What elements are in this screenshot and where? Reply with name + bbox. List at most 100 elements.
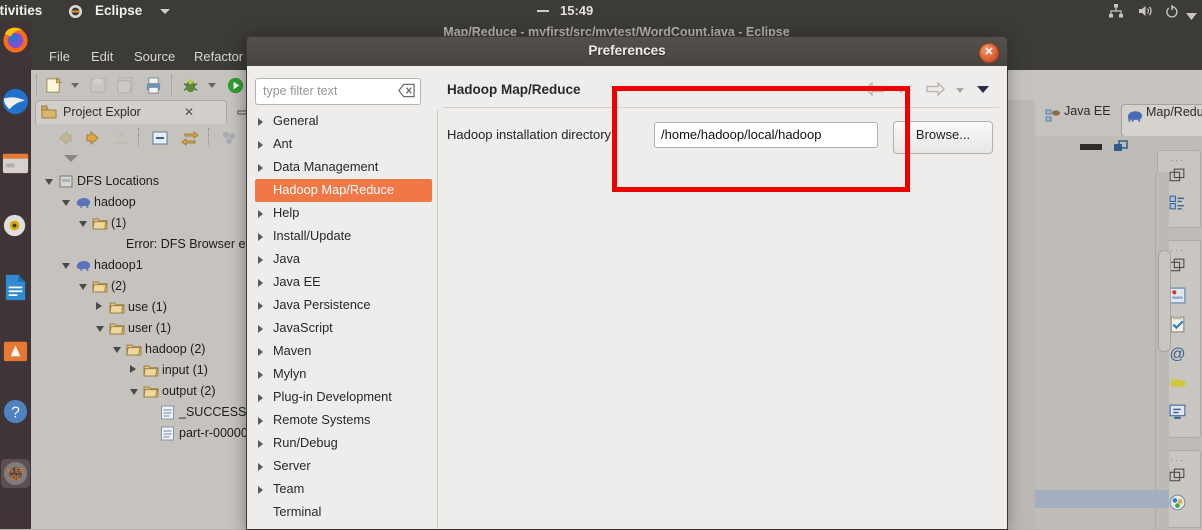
tree-item[interactable]: (2): [79, 277, 256, 298]
preferences-tree-item[interactable]: Plug-in Development: [255, 386, 432, 409]
debug-caret-icon[interactable]: [208, 83, 216, 88]
tree-item[interactable]: _SUCCESS (0.0 b: [147, 403, 282, 424]
link-editor-icon[interactable]: [181, 129, 199, 152]
chevron-right-icon[interactable]: [258, 279, 263, 287]
print-icon[interactable]: [144, 76, 163, 95]
tree-item[interactable]: user (1): [96, 319, 256, 340]
preferences-tree-item[interactable]: Terminal: [255, 501, 432, 524]
close-icon[interactable]: ✕: [184, 105, 194, 119]
preferences-tree-item[interactable]: Team: [255, 478, 432, 501]
preferences-tree-item[interactable]: Data Management: [255, 156, 432, 179]
view-collapse-caret-icon[interactable]: [64, 155, 78, 162]
files-icon[interactable]: [1, 149, 30, 178]
console-icon[interactable]: [1168, 402, 1187, 421]
outline-icon[interactable]: [1168, 193, 1187, 212]
preferences-tree-item[interactable]: Validation: [255, 524, 432, 529]
chevron-down-icon[interactable]: [113, 347, 121, 353]
tree-item[interactable]: part-r-00000 (1.3: [147, 424, 273, 445]
chevron-right-icon[interactable]: [258, 348, 263, 356]
chevron-right-icon[interactable]: [258, 233, 263, 241]
preferences-tree-item[interactable]: Hadoop Map/Reduce: [255, 179, 432, 202]
tree-item[interactable]: hadoop: [62, 193, 256, 214]
close-icon[interactable]: ✕: [979, 43, 999, 63]
filter-input[interactable]: type filter text: [255, 78, 421, 105]
preferences-tree-item[interactable]: Help: [255, 202, 432, 225]
chevron-right-icon[interactable]: [258, 210, 263, 218]
chevron-right-icon[interactable]: [258, 486, 263, 494]
chevron-down-icon[interactable]: [130, 389, 138, 395]
chevron-right-icon[interactable]: [258, 440, 263, 448]
preferences-tree-item[interactable]: Maven: [255, 340, 432, 363]
preferences-tree-item[interactable]: Java: [255, 248, 432, 271]
libreoffice-writer-icon[interactable]: [1, 273, 30, 302]
chevron-right-icon[interactable]: [258, 463, 263, 471]
preferences-tree-item[interactable]: Install/Update: [255, 225, 432, 248]
power-icon[interactable]: [1164, 3, 1180, 22]
preferences-tree-item[interactable]: Run/Debug: [255, 432, 432, 455]
view-menu-icon[interactable]: [221, 130, 237, 151]
perspective-map-reduce[interactable]: Map/Reduce: [1121, 104, 1202, 137]
view-menu-caret-icon[interactable]: [977, 86, 989, 93]
preferences-tree-item[interactable]: JavaScript: [255, 317, 432, 340]
menu-file[interactable]: File: [49, 49, 70, 64]
chevron-right-icon[interactable]: [258, 371, 263, 379]
rhythmbox-icon[interactable]: [1, 211, 30, 240]
restore-icon[interactable]: [1113, 139, 1129, 160]
activities-button[interactable]: ctivities: [0, 3, 42, 18]
chevron-down-icon[interactable]: [160, 9, 170, 14]
eclipse-launcher-icon[interactable]: ra EE IDE: [1, 459, 30, 488]
chevron-down-icon[interactable]: [45, 179, 53, 185]
network-icon[interactable]: [1108, 3, 1124, 22]
preferences-tree-item[interactable]: Java EE: [255, 271, 432, 294]
ubuntu-software-icon[interactable]: [1, 335, 30, 364]
dropdown-caret-icon[interactable]: [71, 83, 79, 88]
chevron-right-icon[interactable]: [258, 302, 263, 310]
firefox-icon[interactable]: [1, 25, 30, 54]
tree-item[interactable]: output (2): [130, 382, 256, 403]
rhino-icon[interactable]: [1168, 373, 1187, 392]
debug-icon[interactable]: [181, 76, 200, 95]
drag-handle[interactable]: ···: [1170, 245, 1185, 255]
chevron-right-icon[interactable]: [258, 118, 263, 126]
chevron-down-icon[interactable]: [62, 200, 70, 206]
chevron-right-icon[interactable]: [258, 325, 263, 333]
progress-icon[interactable]: [1168, 493, 1187, 512]
preferences-tree-item[interactable]: Remote Systems: [255, 409, 432, 432]
tree-item[interactable]: DFS Locations: [45, 172, 256, 193]
help-icon[interactable]: ?: [1, 397, 30, 426]
chevron-down-icon[interactable]: [1186, 8, 1197, 23]
clear-icon[interactable]: [398, 83, 415, 98]
tree-item[interactable]: hadoop1: [62, 256, 256, 277]
menu-refactor[interactable]: Refactor: [194, 49, 243, 64]
preferences-tree-item[interactable]: Mylyn: [255, 363, 432, 386]
tree-item[interactable]: hadoop (2): [113, 340, 256, 361]
run-icon[interactable]: [226, 76, 245, 95]
chevron-right-icon[interactable]: [258, 256, 263, 264]
clock[interactable]: 15:49: [560, 3, 593, 18]
chevron-right-icon[interactable]: [258, 394, 263, 402]
collapse-all-icon[interactable]: [151, 129, 169, 152]
preferences-tree-item[interactable]: Ant: [255, 133, 432, 156]
dialog-title-bar[interactable]: Preferences ✕: [246, 36, 1008, 67]
dialog-splitter[interactable]: [437, 110, 438, 529]
thunderbird-icon[interactable]: [1, 87, 30, 116]
restore-icon[interactable]: [1168, 167, 1187, 186]
chevron-right-icon[interactable]: [96, 302, 102, 310]
tree-item[interactable]: use (1): [96, 298, 256, 319]
chevron-down-icon[interactable]: [96, 326, 104, 332]
preferences-tree-item[interactable]: General: [255, 110, 432, 133]
preferences-tree[interactable]: General Ant Data Management Hadoop Map/Redu…: [255, 110, 435, 529]
drag-handle[interactable]: ···: [1170, 155, 1185, 165]
menu-source[interactable]: Source: [134, 49, 175, 64]
minimize-bar-icon[interactable]: [1080, 144, 1102, 150]
forward-icon[interactable]: [84, 129, 102, 152]
chevron-right-icon[interactable]: [258, 141, 263, 149]
perspective-java-ee[interactable]: Java EE: [1041, 104, 1117, 135]
chevron-right-icon[interactable]: [130, 365, 136, 373]
drag-handle[interactable]: ···: [1170, 455, 1185, 465]
chevron-down-icon[interactable]: [79, 284, 87, 290]
preferences-tree-item[interactable]: Server: [255, 455, 432, 478]
chevron-right-icon[interactable]: [258, 164, 263, 172]
tree-item[interactable]: (1): [79, 214, 256, 235]
new-file-icon[interactable]: [45, 76, 64, 95]
